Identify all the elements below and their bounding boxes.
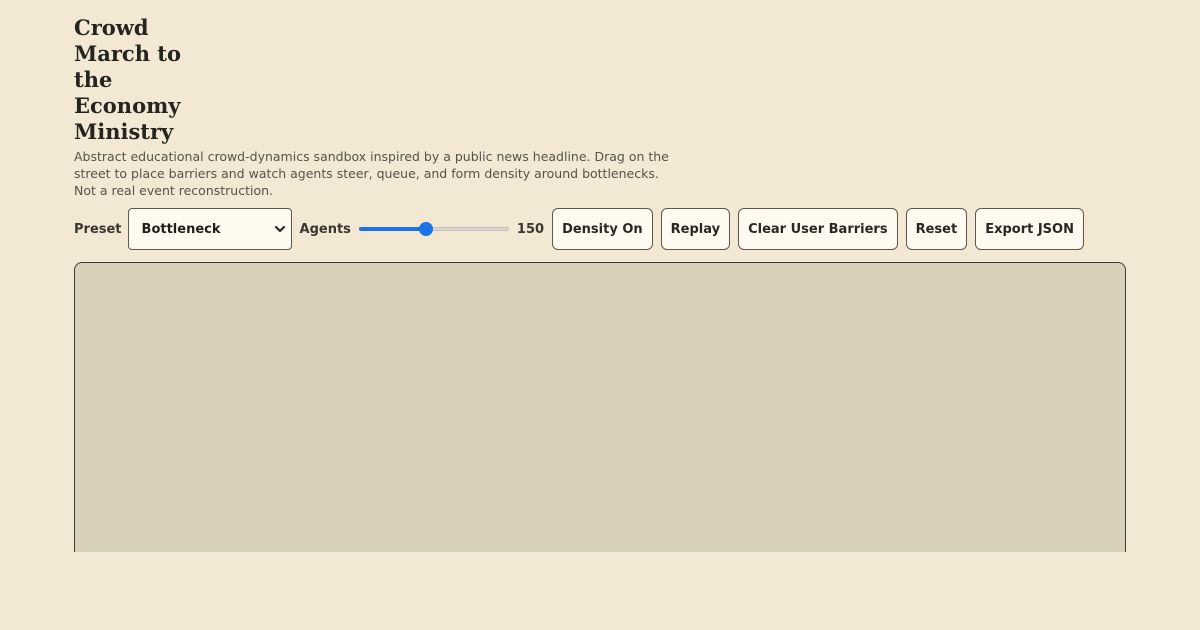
preset-selected-value: Bottleneck xyxy=(141,221,221,237)
agents-slider[interactable] xyxy=(358,219,509,239)
reset-button[interactable]: Reset xyxy=(905,208,968,250)
agents-value: 150 xyxy=(516,221,545,237)
simulation-canvas[interactable] xyxy=(74,262,1126,552)
slider-fill xyxy=(358,227,426,231)
page-title: Crowd March to the Economy Ministry xyxy=(74,15,181,144)
preset-select[interactable]: Bottleneck xyxy=(127,208,292,250)
controls-toolbar: Preset Bottleneck Agents 150 Density On … xyxy=(74,208,1092,250)
export-json-button[interactable]: Export JSON xyxy=(975,208,1084,250)
replay-button[interactable]: Replay xyxy=(660,208,731,250)
density-toggle-button[interactable]: Density On xyxy=(552,208,653,250)
preset-label: Preset xyxy=(74,221,122,237)
clear-user-barriers-button[interactable]: Clear User Barriers xyxy=(738,208,898,250)
chevron-down-icon xyxy=(274,226,285,232)
slider-thumb[interactable] xyxy=(418,222,433,236)
agents-label: Agents xyxy=(299,221,351,237)
page-description: Abstract educational crowd-dynamics sand… xyxy=(74,149,669,198)
